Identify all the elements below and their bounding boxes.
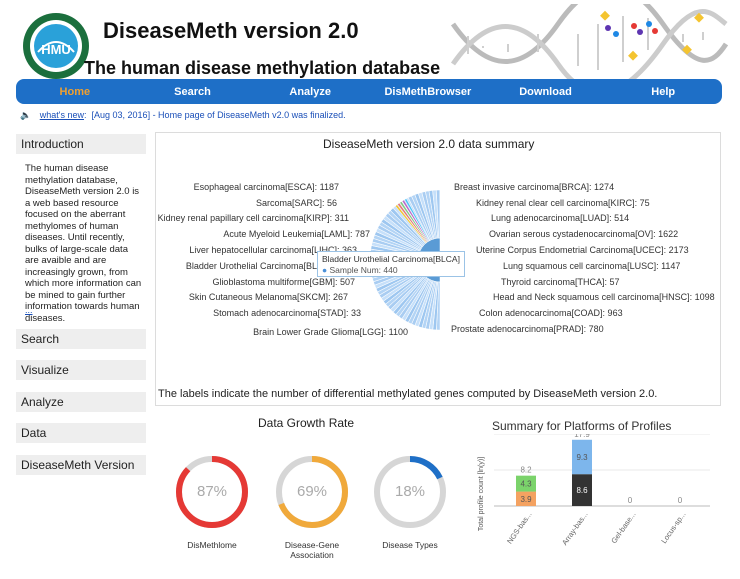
logo-text: HMU	[41, 42, 71, 57]
sunburst-label-left: Esophageal carcinoma[ESCA]: 1187	[193, 182, 339, 192]
platform-y-axis-label: Total profile count [ln(y)]	[478, 457, 485, 531]
gauge-label: DisMethlome	[187, 540, 237, 550]
growth-gauge: 69% Disease-Gene Association	[273, 453, 351, 560]
news-text: [Aug 03, 2016] - Home page of DiseaseMet…	[91, 110, 346, 120]
growth-title: Data Growth Rate	[258, 416, 355, 430]
sunburst-label-left: Glioblastoma multiforme[GBM]: 507	[212, 277, 355, 287]
sunburst-label-right: Uterine Corpus Endometrial Carcinoma[UCE…	[476, 245, 689, 255]
platform-total-label: 8.2	[520, 466, 532, 475]
sidebar-introduction[interactable]: Introduction	[16, 134, 146, 154]
nav-search[interactable]: Search	[134, 86, 252, 98]
sunburst-label-right: Thyroid carcinoma[THCA]: 57	[501, 277, 620, 287]
hmu-logo: HMU	[23, 13, 89, 79]
sunburst-label-right: Kidney renal clear cell carcinoma[KIRC]:…	[476, 198, 650, 208]
platform-segment-label: 8.6	[576, 486, 588, 495]
sunburst-label-left: Brain Lower Grade Glioma[LGG]: 1100	[253, 327, 408, 337]
nav-home[interactable]: Home	[16, 86, 134, 98]
sunburst-label-right: Prostate adenocarcinoma[PRAD]: 780	[451, 324, 604, 334]
chart-tooltip: Bladder Urothelial Carcinoma[BLCA] ● Sam…	[317, 251, 465, 277]
platform-chart-title: Summary for Platforms of Profiles	[492, 419, 672, 433]
intro-more-link[interactable]: ...	[25, 305, 33, 315]
gauge-value: 69%	[296, 483, 328, 500]
dna-helix-banner	[450, 4, 728, 80]
site-title: DiseaseMeth version 2.0	[103, 18, 359, 43]
platform-total-label: 17.9	[574, 434, 590, 439]
platform-segment-label: 9.3	[576, 453, 588, 462]
intro-text: The human disease methylation database, …	[25, 163, 142, 324]
platform-category-label: Gel-base...	[609, 510, 637, 545]
gauge-label: Disease Types	[382, 540, 438, 550]
sunburst-label-left: Kidney renal papillary cell carcinoma[KI…	[157, 213, 349, 223]
sidebar-analyze[interactable]: Analyze	[16, 392, 146, 412]
summary-title: DiseaseMeth version 2.0 data summary	[323, 137, 535, 151]
sunburst-label-right: Head and Neck squamous cell carcinoma[HN…	[493, 292, 715, 302]
sunburst-label-left: Sarcoma[SARC]: 56	[255, 198, 337, 208]
nav-help[interactable]: Help	[604, 86, 722, 98]
main-nav: Home Search Analyze DisMethBrowser Downl…	[16, 79, 722, 104]
sunburst-label-right: Breast invasive carcinoma[BRCA]: 1274	[454, 182, 615, 192]
speaker-icon: 🔈	[20, 110, 32, 120]
sunburst-label-right: Lung squamous cell carcinoma[LUSC]: 1147	[503, 261, 681, 271]
platform-total-label: 0	[628, 496, 633, 505]
sunburst-label-left: Acute Myeloid Leukemia[LAML]: 787	[223, 229, 370, 239]
growth-gauge: 18% Disease Types	[371, 453, 449, 550]
summary-note: The labels indicate the number of differ…	[158, 388, 658, 400]
gauge-value: 18%	[394, 483, 426, 500]
nav-download[interactable]: Download	[487, 86, 605, 98]
platform-segment-label: 4.3	[520, 480, 532, 489]
site-subtitle: The human disease methylation database	[84, 58, 441, 78]
sunburst-label-right: Ovarian serous cystadenocarcinoma[OV]: 1…	[489, 229, 679, 239]
sunburst-label-left: Stomach adenocarcinoma[STAD]: 33	[213, 308, 361, 318]
gauge-label: Disease-Gene Association	[284, 540, 340, 560]
tooltip-value: Sample Num: 440	[329, 265, 398, 275]
sunburst-label-right: Colon adenocarcinoma[COAD]: 963	[479, 308, 623, 318]
nav-analyze[interactable]: Analyze	[251, 86, 369, 98]
growth-gauge: 87% DisMethlome	[173, 453, 251, 550]
platform-total-label: 0	[678, 496, 683, 505]
news-bar: 🔈 what's new: [Aug 03, 2016] - Home page…	[20, 110, 346, 120]
platform-segment-label: 3.9	[520, 495, 532, 504]
platform-category-label: Array-bas...	[560, 510, 590, 547]
nav-dismethbrowser[interactable]: DisMethBrowser	[369, 86, 487, 98]
sidebar-search[interactable]: Search	[16, 329, 146, 349]
platform-category-label: Locus-sp...	[659, 510, 687, 545]
whats-new-link[interactable]: what's new	[40, 110, 84, 120]
platform-category-label: NGS-bas...	[505, 510, 534, 546]
gauge-value: 87%	[196, 483, 228, 500]
sunburst-label-right: Lung adenocarcinoma[LUAD]: 514	[491, 213, 630, 223]
sidebar-data[interactable]: Data	[16, 423, 146, 443]
sunburst-label-left: Skin Cutaneous Melanoma[SKCM]: 267	[188, 292, 348, 302]
sidebar-diseasemeth-version[interactable]: DiseaseMeth Version	[16, 455, 146, 475]
platform-bar-chart: Total profile count [ln(y)] 3.9 4.3 8.2 NGS…	[478, 434, 710, 547]
sidebar-visualize[interactable]: Visualize	[16, 360, 146, 380]
tooltip-title: Bladder Urothelial Carcinoma[BLCA]	[322, 254, 460, 264]
